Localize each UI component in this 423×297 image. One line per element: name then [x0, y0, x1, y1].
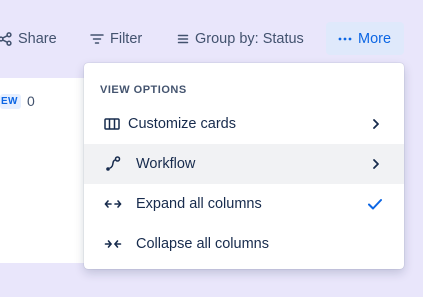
board-column: EW 0: [0, 78, 88, 263]
expand-arrows-icon: [104, 196, 122, 212]
menu-item-collapse-all-columns[interactable]: Collapse all columns: [84, 224, 404, 264]
more-label: More: [358, 30, 392, 47]
chevron-right-icon: [370, 157, 382, 171]
more-button[interactable]: More: [326, 22, 404, 55]
group-by-button[interactable]: Group by: Status: [177, 22, 304, 55]
board-view: Share Filter Group by: Status More EW 0 …: [0, 0, 423, 297]
status-badge: EW: [0, 94, 21, 109]
menu-item-expand-all-columns[interactable]: Expand all columns: [84, 184, 404, 224]
share-label: Share: [18, 30, 57, 47]
share-button[interactable]: Share: [0, 22, 57, 55]
columns-icon: [103, 116, 121, 132]
menu-item-label: Collapse all columns: [136, 236, 269, 252]
column-count: 0: [27, 93, 35, 109]
menu-item-label: Customize cards: [128, 116, 236, 132]
view-options-menu: VIEW OPTIONS Customize cards Workflow Ex…: [84, 63, 404, 269]
share-icon: [0, 31, 12, 46]
chevron-right-icon: [370, 117, 382, 131]
menu-item-workflow[interactable]: Workflow: [84, 144, 404, 184]
list-icon: [177, 33, 189, 45]
menu-item-label: Expand all columns: [136, 196, 262, 212]
check-icon: [366, 196, 384, 212]
filter-button[interactable]: Filter: [90, 22, 142, 55]
menu-item-customize-cards[interactable]: Customize cards: [84, 104, 404, 144]
more-dots-icon: [338, 37, 352, 41]
filter-label: Filter: [110, 30, 143, 47]
group-by-label: Group by: Status: [195, 30, 304, 47]
filter-icon: [90, 33, 104, 45]
menu-heading: VIEW OPTIONS: [100, 84, 187, 96]
workflow-icon: [104, 156, 122, 172]
menu-item-label: Workflow: [136, 156, 196, 172]
collapse-arrows-icon: [104, 236, 122, 252]
